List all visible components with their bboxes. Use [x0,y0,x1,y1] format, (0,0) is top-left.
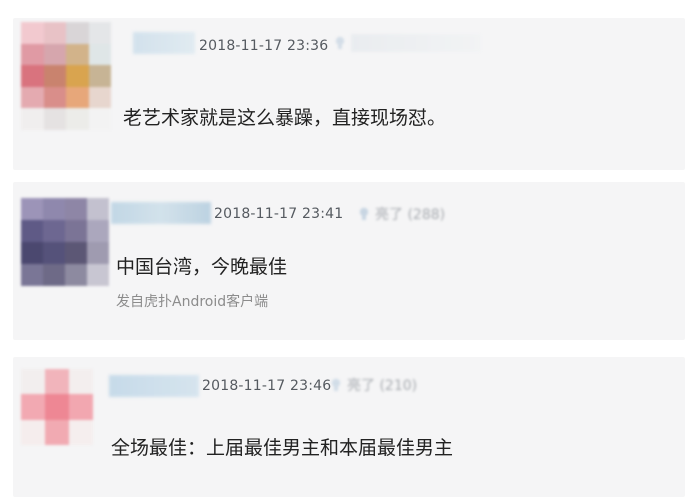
avatar[interactable] [21,198,109,286]
comment-timestamp: 2018-11-17 23:46 [202,378,332,394]
comment-text: 中国台湾，今晚最佳 [116,256,288,278]
lightbulb-icon [335,36,345,49]
comment-card: 2018-11-17 23:46 亮了 (210) 全场最佳：上届最佳男主和本届… [13,357,685,497]
username[interactable] [133,32,195,54]
like-button[interactable]: 亮了 (288) [359,204,445,224]
like-count: 亮了 (288) [375,207,446,223]
avatar[interactable] [21,22,111,130]
username[interactable] [109,375,199,397]
comment-card: 2018-11-17 23:41 亮了 (288) 中国台湾，今晚最佳 发自虎扑… [13,182,685,340]
like-count: 亮了 (210) [347,378,418,394]
username[interactable] [111,202,211,224]
comment-card: 2018-11-17 23:36 老艺术家就是这么暴躁，直接现场怼。 [13,18,685,170]
lightbulb-icon [359,207,369,220]
comment-source: 发自虎扑Android客户端 [116,294,269,310]
lightbulb-icon [331,378,341,391]
comment-text: 老艺术家就是这么暴躁，直接现场怼。 [123,107,447,129]
comment-timestamp: 2018-11-17 23:36 [199,38,329,54]
avatar[interactable] [21,369,93,445]
like-button[interactable] [335,34,481,52]
like-button[interactable]: 亮了 (210) [331,375,417,395]
comment-text: 全场最佳：上届最佳男主和本届最佳男主 [111,437,454,459]
comment-timestamp: 2018-11-17 23:41 [214,206,344,222]
